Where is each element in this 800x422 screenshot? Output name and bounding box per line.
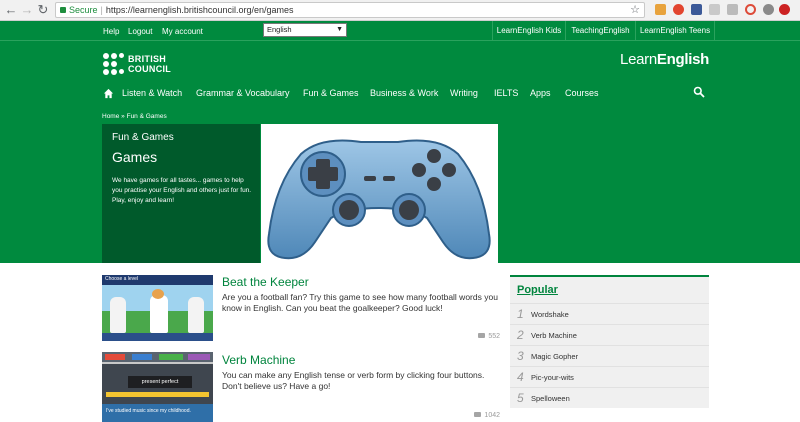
comment-icon xyxy=(474,412,482,417)
nav-listen-watch[interactable]: Listen & Watch xyxy=(122,88,182,98)
popular-label: Magic Gopher xyxy=(531,352,579,361)
popular-rank: 5 xyxy=(517,391,524,405)
extension-icon[interactable] xyxy=(709,4,720,15)
star-icon[interactable]: ☆ xyxy=(630,3,640,17)
hero-description: We have games for all tastes... games to… xyxy=(112,177,252,204)
address-bar[interactable]: Secure | https://learnenglish.britishcounc… xyxy=(55,2,645,18)
thumb-text: present perfect xyxy=(128,376,192,388)
list-item: present perfect I've studied music since… xyxy=(102,352,500,422)
gamepad-illustration xyxy=(267,139,491,260)
chrome-icon[interactable] xyxy=(745,4,756,15)
game-description: Are you a football fan? Try this game to… xyxy=(222,292,498,313)
gamepad-image xyxy=(261,124,498,263)
popular-item[interactable]: 1 Wordshake xyxy=(510,303,709,324)
popular-rank: 2 xyxy=(517,328,524,342)
popular-label: Verb Machine xyxy=(531,331,577,340)
popular-rank: 3 xyxy=(517,349,524,363)
comment-count[interactable]: 1042 xyxy=(474,412,500,419)
popular-item[interactable]: 4 Pic-your-wits xyxy=(510,366,709,387)
beat-the-keeper-thumbnail[interactable]: Choose a level xyxy=(102,275,213,341)
logout-link[interactable]: Logout xyxy=(128,27,152,36)
breadcrumb-current: Fun & Games xyxy=(126,113,167,120)
popular-item[interactable]: 3 Magic Gopher xyxy=(510,345,709,366)
list-item: Choose a level Beat the Keeper Are you a… xyxy=(102,275,500,345)
nav-writing[interactable]: Writing xyxy=(450,88,478,98)
facebook-icon[interactable] xyxy=(691,4,702,15)
nav-fun-games[interactable]: Fun & Games xyxy=(303,88,359,98)
british-council-logo[interactable]: BRITISH COUNCIL xyxy=(103,53,183,75)
breadcrumb: Home » Fun & Games xyxy=(102,113,167,120)
language-value: English xyxy=(267,25,292,34)
comment-count[interactable]: 552 xyxy=(478,333,500,340)
game-title-link[interactable]: Verb Machine xyxy=(222,353,295,367)
popular-rank: 1 xyxy=(517,307,524,321)
comment-icon xyxy=(478,333,486,338)
learnenglish-kids-link[interactable]: LearnEnglish Kids xyxy=(492,21,565,41)
popular-label: Spelloween xyxy=(531,394,570,403)
help-link[interactable]: Help xyxy=(103,27,119,36)
search-icon[interactable] xyxy=(693,86,705,98)
nav-grammar-vocabulary[interactable]: Grammar & Vocabulary xyxy=(196,88,290,98)
verb-machine-thumbnail[interactable]: present perfect I've studied music since… xyxy=(102,352,213,422)
popular-label: Wordshake xyxy=(531,310,569,319)
game-title-link[interactable]: Beat the Keeper xyxy=(222,275,309,289)
learnenglish-logo[interactable]: LearnEnglish xyxy=(620,51,709,68)
secure-label: Secure xyxy=(69,5,98,15)
extension-icon[interactable] xyxy=(763,4,774,15)
logo-text: BRITISH COUNCIL xyxy=(128,54,172,74)
extension-icon[interactable] xyxy=(779,4,790,15)
teachingenglish-link[interactable]: TeachingEnglish xyxy=(565,21,635,41)
lock-icon xyxy=(60,7,66,13)
url-text: https://learnenglish.britishcouncil.org/… xyxy=(105,5,294,15)
popular-item[interactable]: 2 Verb Machine xyxy=(510,324,709,345)
language-select[interactable]: English ▼ xyxy=(263,23,347,37)
nav-business-work[interactable]: Business & Work xyxy=(370,88,438,98)
back-icon[interactable]: ← xyxy=(3,2,19,18)
home-icon[interactable] xyxy=(103,88,114,99)
breadcrumb-separator: » xyxy=(121,113,125,120)
forward-icon[interactable]: → xyxy=(19,2,35,18)
logo-dots xyxy=(103,53,125,75)
popular-rank: 4 xyxy=(517,370,524,384)
nav-courses[interactable]: Courses xyxy=(565,88,599,98)
thumb-text: Choose a level xyxy=(105,276,139,282)
popular-title[interactable]: Popular xyxy=(517,284,558,296)
extension-icon[interactable] xyxy=(727,4,738,15)
breadcrumb-home[interactable]: Home xyxy=(102,113,119,120)
nav-ielts[interactable]: IELTS xyxy=(494,88,518,98)
reload-icon[interactable]: ↻ xyxy=(35,2,51,18)
hero-subtitle: Fun & Games xyxy=(112,132,174,143)
extension-icon[interactable] xyxy=(655,4,666,15)
page-title: Games xyxy=(112,149,158,165)
extension-icon[interactable] xyxy=(673,4,684,15)
popular-panel: Popular 1 Wordshake 2 Verb Machine 3 Mag… xyxy=(510,275,709,408)
learnenglish-teens-link[interactable]: LearnEnglish Teens xyxy=(635,21,715,41)
chevron-down-icon: ▼ xyxy=(336,26,343,33)
game-description: You can make any English tense or verb f… xyxy=(222,370,485,391)
browser-toolbar: ← → ↻ Secure | https://learnenglish.britis… xyxy=(0,0,800,21)
popular-label: Pic-your-wits xyxy=(531,373,574,382)
thumb-caption: I've studied music since my childhood. xyxy=(106,408,191,414)
popular-item[interactable]: 5 Spelloween xyxy=(510,387,709,408)
nav-apps[interactable]: Apps xyxy=(530,88,551,98)
my-account-link[interactable]: My account xyxy=(162,27,203,36)
